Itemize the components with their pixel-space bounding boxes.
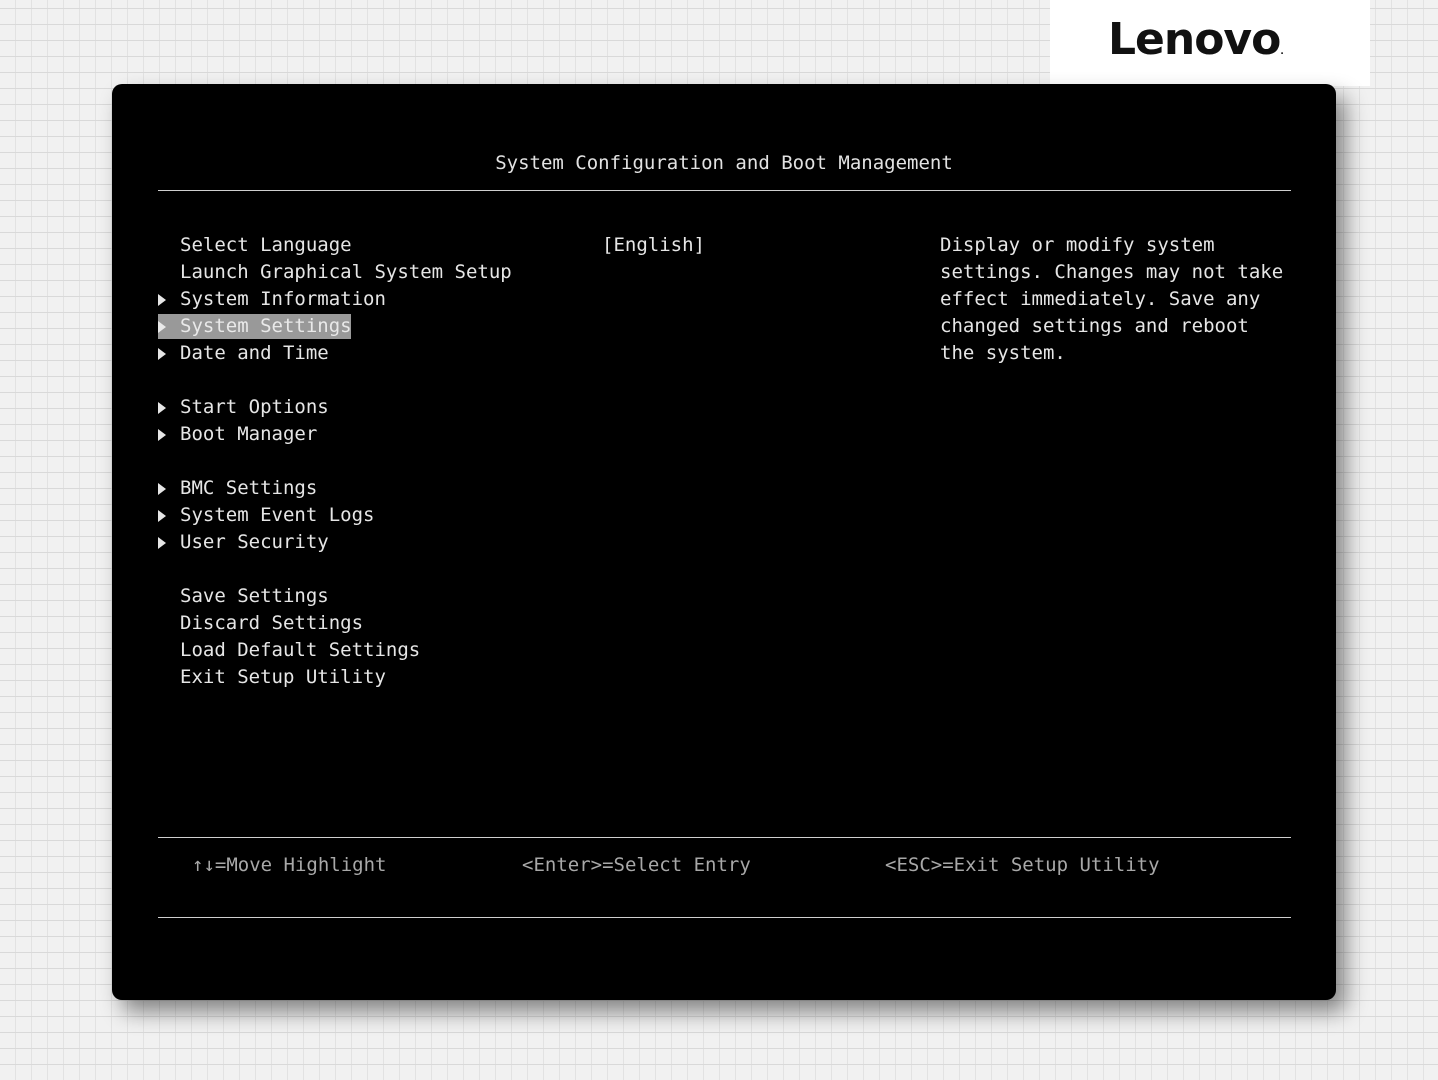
menu-item-label: Boot Manager [180,423,318,445]
hint-exit-setup: <ESC>=Exit Setup Utility [885,854,1160,876]
divider-footer-bottom [158,917,1291,918]
menu-item-label: Load Default Settings [180,639,421,661]
menu-item-label: Date and Time [180,342,329,364]
help-line: settings. Changes may not take [940,261,1284,283]
hint-select-entry: <Enter>=Select Entry [522,854,751,876]
help-line: the system. [940,342,1066,364]
submenu-arrow-icon [158,402,166,414]
menu-item-user-security[interactable]: User Security [158,529,578,556]
menu-item-date-and-time[interactable]: Date and Time [158,340,578,367]
divider-top [158,190,1291,191]
help-line: Display or modify system [940,234,1215,256]
menu-item-start-options[interactable]: Start Options [158,394,578,421]
menu-item-bmc-settings[interactable]: BMC Settings [158,475,578,502]
submenu-arrow-icon [158,321,166,333]
menu-item-exit-setup-utility[interactable]: Exit Setup Utility [158,664,578,691]
menu-item-load-default-settings[interactable]: Load Default Settings [158,637,578,664]
logo-text: Lenovo [1108,14,1281,65]
trademark-mark: . [1280,47,1284,57]
menu-item-label: Select Language [180,234,352,256]
menu-item-label: BMC Settings [180,477,318,499]
help-line: changed settings and reboot [940,315,1249,337]
menu-item-launch-graphical-setup[interactable]: Launch Graphical System Setup [158,259,578,286]
menu-item-system-event-logs[interactable]: System Event Logs [158,502,578,529]
help-text: Display or modify system settings. Chang… [940,232,1283,367]
menu-item-save-settings[interactable]: Save Settings [158,583,578,610]
menu-item-system-information[interactable]: System Information [158,286,578,313]
menu-item-label: Exit Setup Utility [180,666,386,688]
submenu-arrow-icon [158,429,166,441]
menu-item-label: Start Options [180,396,329,418]
page-title: System Configuration and Boot Management [495,152,953,174]
language-value[interactable]: [English] [602,232,705,259]
submenu-arrow-icon [158,483,166,495]
menu-item-boot-manager[interactable]: Boot Manager [158,421,578,448]
submenu-arrow-icon [158,537,166,549]
divider-footer-top [158,837,1291,838]
menu-item-label: Launch Graphical System Setup [180,261,512,283]
menu-item-discard-settings[interactable]: Discard Settings [158,610,578,637]
main-menu: Select Language Launch Graphical System … [158,232,578,691]
menu-item-label: Discard Settings [180,612,364,634]
help-line: effect immediately. Save any [940,288,1261,310]
submenu-arrow-icon [158,294,166,306]
hint-move-highlight: ↑↓=Move Highlight [192,854,387,876]
menu-item-label: User Security [180,531,329,553]
lenovo-logo: Lenovo. [1108,14,1284,65]
menu-item-system-settings[interactable]: System Settings [158,313,578,340]
menu-item-label: System Event Logs [180,504,375,526]
menu-item-select-language[interactable]: Select Language [158,232,578,259]
submenu-arrow-icon [158,510,166,522]
submenu-arrow-icon [158,348,166,360]
menu-item-label: System Settings [180,315,352,337]
setup-screen: System Configuration and Boot Management… [112,84,1336,1000]
menu-item-label: System Information [180,288,386,310]
menu-item-label: Save Settings [180,585,329,607]
